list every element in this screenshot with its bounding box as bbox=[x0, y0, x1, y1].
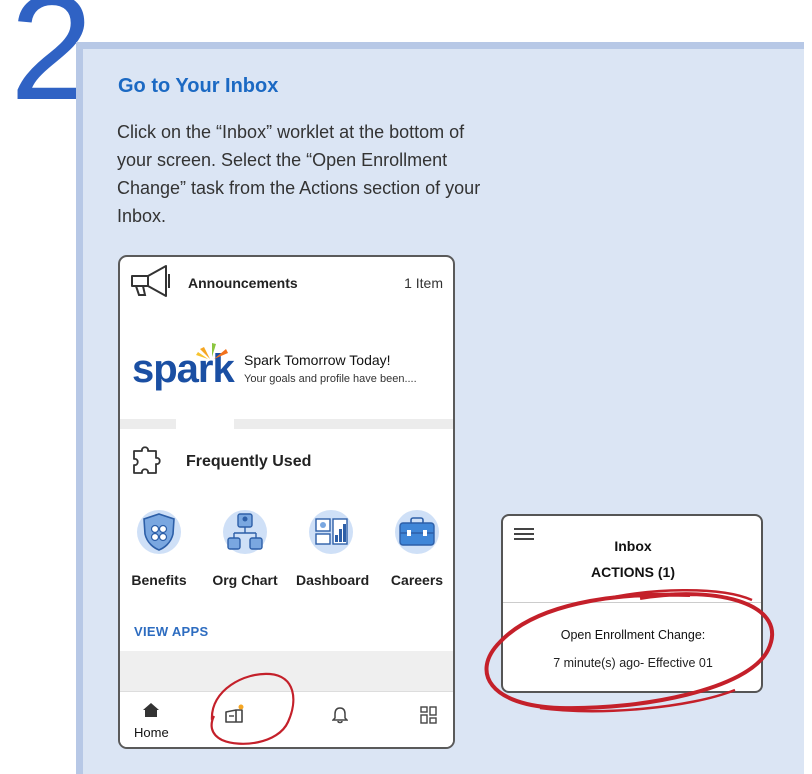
step-instructions: Click on the “Inbox” worklet at the bott… bbox=[117, 122, 481, 226]
megaphone-icon bbox=[131, 265, 170, 297]
spark-title[interactable]: Spark Tomorrow Today! bbox=[244, 352, 391, 368]
app-careers[interactable]: Careers bbox=[382, 509, 452, 588]
view-apps-link[interactable]: VIEW APPS bbox=[134, 624, 208, 639]
step-heading: Go to Your Inbox bbox=[118, 75, 279, 97]
home-icon bbox=[143, 703, 160, 717]
bottom-nav: Home bbox=[120, 691, 453, 747]
app-label: Dashboard bbox=[296, 572, 370, 588]
announcements-row[interactable]: Announcements 1 Item bbox=[120, 257, 453, 307]
bell-icon bbox=[331, 707, 349, 724]
app-label: Careers bbox=[390, 572, 444, 588]
app-label: Org Chart bbox=[212, 572, 278, 588]
grid-icon bbox=[420, 706, 437, 724]
task-title[interactable]: Open Enrollment Change: bbox=[503, 628, 763, 642]
inbox-icon bbox=[225, 704, 244, 723]
task-meta: 7 minute(s) ago- Effective 01 bbox=[553, 656, 713, 670]
frequently-used-title: Frequently Used bbox=[186, 453, 312, 470]
nav-apps[interactable] bbox=[420, 706, 438, 729]
app-label: Benefits bbox=[131, 572, 187, 588]
nav-home[interactable]: Home bbox=[134, 702, 169, 740]
nav-inbox[interactable] bbox=[224, 704, 246, 729]
nav-home-label: Home bbox=[134, 725, 169, 740]
announcements-title: Announcements bbox=[188, 275, 298, 291]
briefcase-icon bbox=[395, 510, 439, 554]
inbox-title: Inbox bbox=[614, 538, 652, 554]
divider bbox=[503, 602, 761, 603]
section-divider bbox=[120, 651, 453, 691]
app-benefits[interactable]: Benefits bbox=[124, 509, 194, 588]
actions-heading[interactable]: ACTIONS (1) bbox=[503, 564, 763, 580]
spark-logo: spark bbox=[132, 339, 238, 391]
nav-notifications[interactable] bbox=[331, 706, 349, 729]
app-org-chart[interactable]: Org Chart bbox=[210, 509, 280, 588]
puzzle-icon bbox=[133, 446, 161, 474]
org-chart-icon bbox=[223, 510, 267, 554]
spark-rays-icon bbox=[196, 343, 228, 359]
spark-subtitle: Your goals and profile have been.... bbox=[244, 373, 417, 385]
phone-screen: Announcements 1 Item spark Spark Tomorro… bbox=[118, 255, 455, 749]
app-dashboard[interactable]: Dashboard bbox=[296, 509, 370, 588]
inbox-panel: Inbox ACTIONS (1) Open Enrollment Change… bbox=[501, 514, 763, 693]
shield-icon bbox=[137, 510, 181, 554]
announcements-count: 1 Item bbox=[404, 275, 443, 291]
section-divider bbox=[120, 419, 453, 429]
dashboard-icon bbox=[309, 510, 353, 554]
